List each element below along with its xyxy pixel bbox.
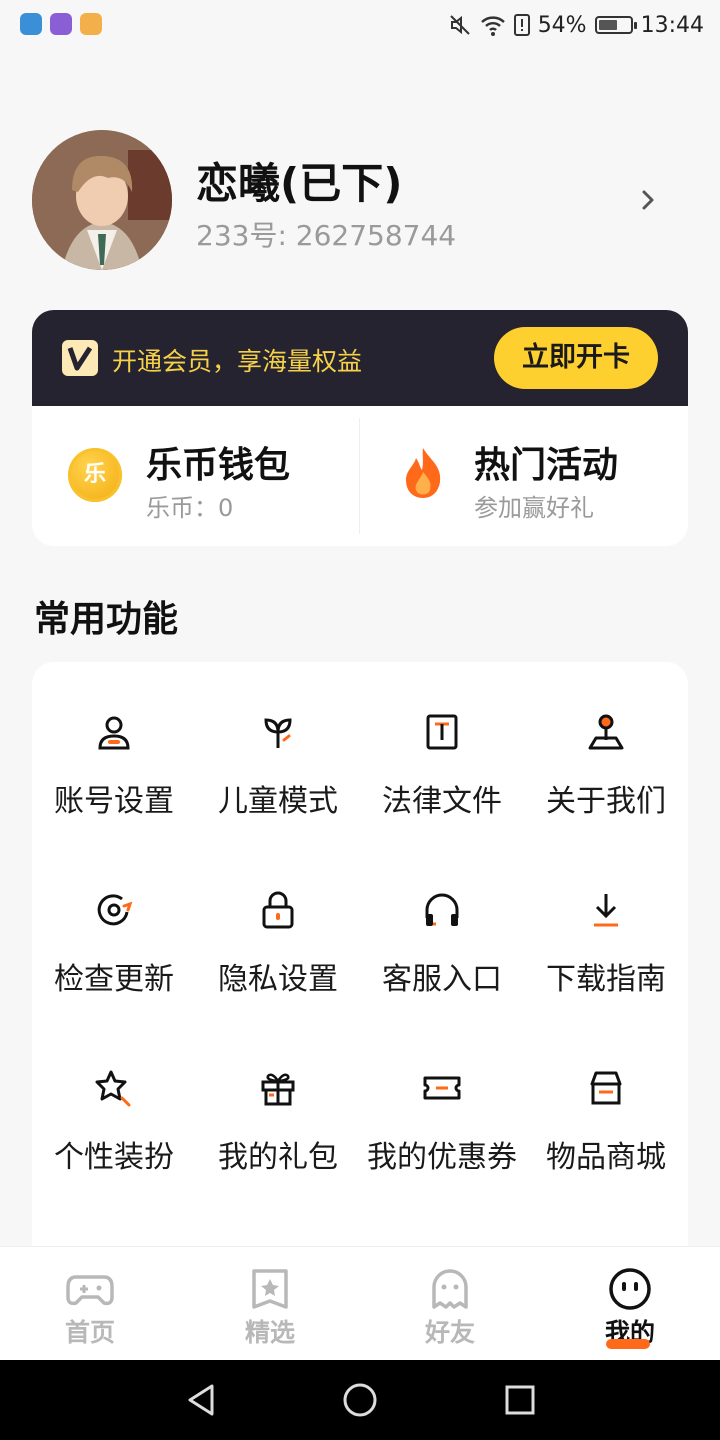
my-gifts-item[interactable]: 我的礼包: [196, 1018, 360, 1175]
avatar-image: [32, 130, 172, 270]
box-app-icon: [80, 13, 102, 35]
function-label: 我的礼包: [218, 1140, 338, 1175]
function-label: 账号设置: [54, 784, 174, 819]
function-label: 法律文件: [382, 784, 502, 819]
membership-card: 开通会员，享海量权益 立即开卡 乐 乐币钱包 乐币：0 热门活动 参加赢好礼: [32, 310, 688, 546]
nav-home[interactable]: 首页: [0, 1247, 180, 1361]
bottom-navigation: 首页 精选 好友 我的: [0, 1246, 720, 1361]
lock-icon: [262, 891, 294, 929]
nav-label: 首页: [64, 1318, 115, 1347]
home-icon[interactable]: [342, 1382, 378, 1418]
battery-percent: 54%: [537, 12, 587, 38]
nav-friends[interactable]: 好友: [360, 1247, 540, 1361]
kids-mode-item[interactable]: 儿童模式: [196, 662, 360, 819]
download-guide-item[interactable]: 下载指南: [524, 840, 688, 997]
vip-promo-text: 开通会员，享海量权益: [112, 347, 363, 376]
divider: [359, 418, 360, 534]
username: 恋曦(已下): [196, 159, 403, 208]
status-indicators: 54% 13:44: [448, 10, 704, 40]
star-card-icon: [252, 1269, 288, 1309]
function-label: 下载指南: [546, 962, 666, 997]
activity-title: 热门活动: [474, 445, 619, 486]
wifi-icon: [480, 16, 505, 36]
star-wand-icon: [95, 1070, 131, 1107]
function-label: 检查更新: [54, 962, 174, 997]
function-label: 关于我们: [546, 784, 666, 819]
shield-app-icon: [20, 13, 42, 35]
location-pin-icon: [588, 714, 624, 750]
status-bar: 54% 13:44: [0, 0, 720, 50]
refresh-icon: [97, 894, 133, 926]
nav-label: 好友: [424, 1318, 475, 1347]
account-settings-item[interactable]: 账号设置: [32, 662, 196, 819]
function-label: 我的优惠券: [367, 1140, 517, 1175]
sprout-icon: [264, 718, 292, 748]
personalize-item[interactable]: 个性装扮: [32, 1018, 196, 1175]
wallet-title: 乐币钱包: [146, 445, 291, 486]
wallet-balance: 乐币：0: [146, 494, 234, 522]
function-label: 儿童模式: [218, 784, 338, 819]
coin-icon: 乐: [68, 448, 122, 502]
store-icon: [590, 1071, 622, 1105]
function-label: 隐私设置: [218, 962, 338, 997]
avatar[interactable]: [32, 130, 172, 270]
document-icon: [426, 714, 458, 750]
coin-char: 乐: [83, 462, 106, 487]
nav-mine[interactable]: 我的: [540, 1247, 720, 1361]
function-label: 物品商城: [546, 1140, 666, 1175]
customer-service-item[interactable]: 客服入口: [360, 840, 524, 997]
vip-logo-icon: [62, 340, 98, 376]
chevron-right-icon[interactable]: [634, 186, 662, 214]
section-title: 常用功能: [34, 599, 179, 640]
function-label: 客服入口: [382, 962, 502, 997]
user-id: 233号: 262758744: [196, 219, 457, 252]
my-coupons-item[interactable]: 我的优惠券: [360, 1018, 524, 1175]
function-label: 个性装扮: [54, 1140, 174, 1175]
nav-label: 精选: [244, 1318, 295, 1347]
gift-icon: [261, 1073, 295, 1106]
nav-featured[interactable]: 精选: [180, 1247, 360, 1361]
sim-alert-icon: [513, 14, 530, 36]
back-icon[interactable]: [184, 1382, 218, 1418]
download-icon: [594, 894, 618, 927]
fire-icon: [406, 448, 441, 498]
open-vip-button[interactable]: 立即开卡: [494, 327, 658, 389]
ghost-icon: [432, 1269, 468, 1309]
legal-documents-item[interactable]: 法律文件: [360, 662, 524, 819]
activity-subtitle: 参加赢好礼: [474, 494, 594, 522]
check-update-item[interactable]: 检查更新: [32, 840, 196, 997]
mute-icon: [449, 15, 470, 35]
system-navigation-bar: [0, 1360, 720, 1440]
privacy-settings-item[interactable]: 隐私设置: [196, 840, 360, 997]
vip-banner[interactable]: 开通会员，享海量权益 立即开卡: [32, 310, 688, 406]
clock-app-icon: [50, 13, 72, 35]
clock-time: 13:44: [640, 12, 704, 38]
gamepad-icon: [66, 1275, 114, 1306]
headphones-icon: [425, 893, 459, 926]
user-icon: [98, 716, 130, 750]
smiley-icon: [609, 1268, 651, 1310]
function-grid: 账号设置 儿童模式 法律文件 关于我们 检查更新 隐私设置 客服入口 下载指南 …: [32, 662, 688, 1282]
item-store-item[interactable]: 物品商城: [524, 1018, 688, 1175]
about-us-item[interactable]: 关于我们: [524, 662, 688, 819]
recents-icon[interactable]: [504, 1384, 536, 1416]
active-indicator: [606, 1339, 650, 1349]
battery-icon: [594, 16, 637, 34]
ticket-icon: [423, 1076, 461, 1100]
